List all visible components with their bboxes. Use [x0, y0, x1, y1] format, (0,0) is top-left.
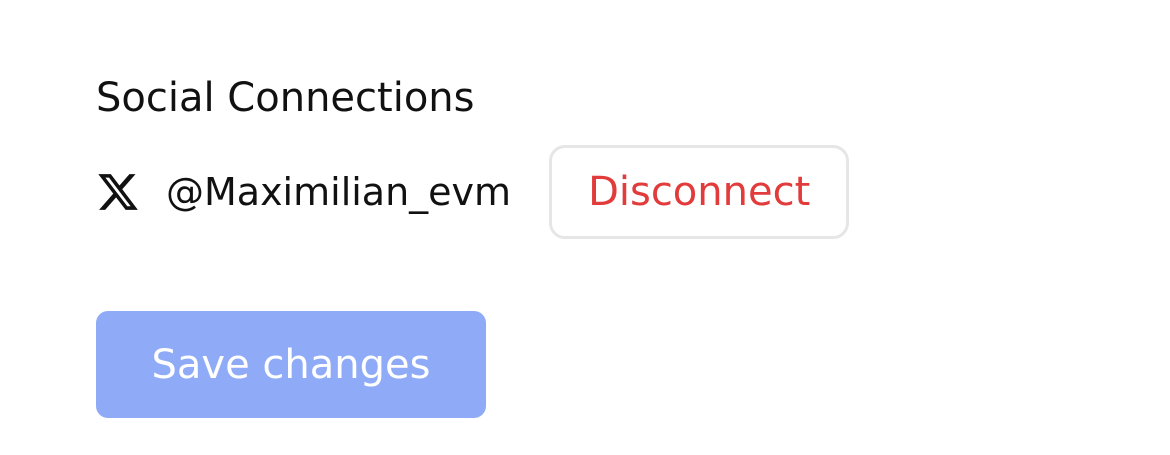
- section-title: Social Connections: [96, 75, 475, 121]
- x-logo-icon: [96, 170, 140, 214]
- disconnect-button[interactable]: Disconnect: [549, 145, 850, 239]
- social-connections-section: Social Connections @Maximilian_evm Disco…: [96, 72, 1170, 239]
- save-changes-button[interactable]: Save changes: [96, 311, 486, 418]
- social-connection-row: @Maximilian_evm Disconnect: [96, 144, 850, 240]
- social-handle: @Maximilian_evm: [166, 170, 512, 214]
